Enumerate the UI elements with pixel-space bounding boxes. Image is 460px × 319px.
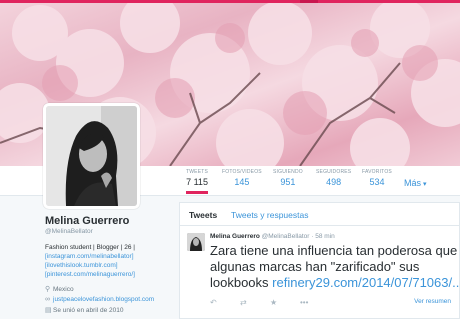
nav-followers-count: 498 [326,177,342,187]
avatar-portrait [46,106,137,206]
bio-link-instagram[interactable]: [instagram.com/melinabellator] [45,252,170,261]
nav-followers-label: SEGUIDORES [316,169,352,175]
nav-tweets[interactable]: TWEETS 7 115 [186,169,209,194]
tab-tweets[interactable]: Tweets [189,210,217,220]
reply-icon[interactable]: ↶ [210,298,217,307]
tab-tweets-replies[interactable]: Tweets y respuestas [231,210,308,220]
calendar-icon: ▤ [45,307,52,314]
retweet-icon[interactable]: ⇄ [240,298,247,307]
timeline-tabs: Tweets Tweets y respuestas [180,203,459,226]
nav-more-label: Más [404,178,422,188]
profile-location: ⚲ Mexico [45,285,170,294]
nav-following-label: SIGUIENDO [273,169,303,175]
tweet-avatar[interactable] [187,233,205,251]
tweet-actions: ↶ ⇄ ★ ••• Ver resumen [210,298,451,308]
bio-link-pinterest[interactable]: [pinterest.com/melinaguerrero/] [45,270,170,279]
nav-more-button[interactable]: Más ▾ [404,178,427,188]
nav-followers[interactable]: SEGUIDORES 498 [316,169,351,187]
nav-photos-label: FOTOS/VIDEOS [222,169,262,175]
more-dots-icon[interactable]: ••• [300,298,308,307]
tweet-text-line-1: Zara tiene una influencia tan poderosa q… [210,243,458,258]
tweet-timestamp[interactable]: · 58 min [311,233,334,240]
nav-favorites-count: 534 [369,177,385,187]
tweet-avatar-image [187,233,205,251]
nav-photos-count: 145 [234,177,250,187]
profile-avatar[interactable] [43,103,140,209]
joined-text: Se unió en abril de 2010 [53,306,124,314]
tweet-url-link[interactable]: refinery29.com/2014/07/71063/... [272,275,460,290]
nav-tweets-count: 7 115 [186,177,208,187]
nav-photos-videos[interactable]: FOTOS/VIDEOS 145 [222,169,262,187]
tweet-text: Zara tiene una influencia tan poderosa q… [210,243,460,291]
tweet-text-line-3: lookbooks refinery29.com/2014/07/71063/.… [210,275,460,291]
nav-following-count: 951 [280,177,296,187]
profile-handle[interactable]: @MelinaBellator [45,228,170,235]
website-link[interactable]: justpeacelovefashion.blogspot.com [53,296,154,303]
tweet-text-plain: lookbooks [210,275,273,290]
tweet-text-line-2: algunas marcas han "zarificado" sus [210,259,420,274]
profile-bio: Fashion student | Blogger | 26 | [instag… [45,243,170,279]
chevron-down-icon: ▾ [423,181,427,188]
profile-joined: ▤ Se unió en abril de 2010 [45,306,170,315]
star-icon[interactable]: ★ [270,298,277,307]
view-summary-link[interactable]: Ver resumen [414,298,451,305]
nav-tweets-label: TWEETS [186,169,209,175]
nav-following[interactable]: SIGUIENDO 951 [273,169,303,187]
tweet-author-handle[interactable]: @MelinaBellator [262,233,310,240]
timeline-panel: Tweets Tweets y respuestas Melina Guerre… [179,202,460,319]
location-text: Mexico [53,285,74,293]
tweet-author-name[interactable]: Melina Guerrero [210,233,260,240]
profile-website: ∞ justpeacelovefashion.blogspot.com [45,296,170,303]
tweet-header: Melina Guerrero @MelinaBellator · 58 min [210,233,451,240]
location-pin-icon: ⚲ [45,286,51,293]
nav-favorites[interactable]: FAVORITOS 534 [362,169,392,187]
link-icon: ∞ [45,296,50,303]
tweet-item[interactable]: Melina Guerrero @MelinaBellator · 58 min… [180,226,460,308]
profile-name: Melina Guerrero [45,215,130,227]
bio-link-tumblr[interactable]: [ilovethislook.tumblr.com] [45,261,170,270]
nav-favorites-label: FAVORITOS [362,169,392,175]
bio-text: Fashion student | Blogger | 26 | [45,244,135,251]
profile-sidebar: Melina Guerrero @MelinaBellator Fashion … [45,215,170,314]
